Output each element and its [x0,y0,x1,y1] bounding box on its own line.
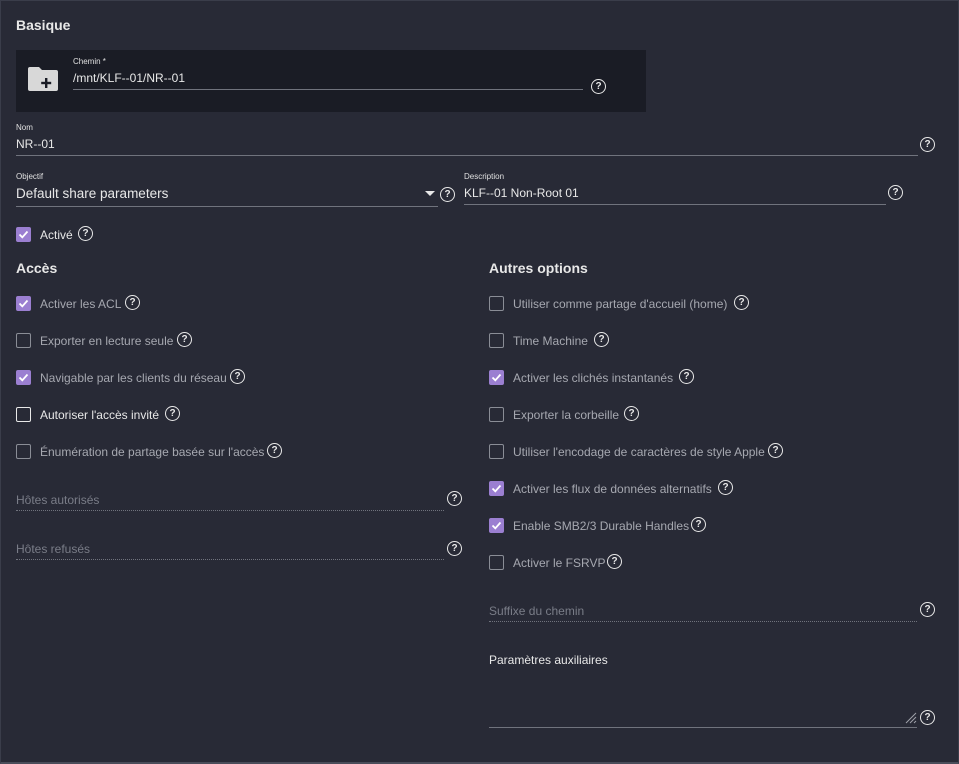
checkmark-icon [491,484,502,493]
denied-hosts-help-icon[interactable]: ? [447,541,462,556]
purpose-select-underline [16,206,438,207]
other-option-label-fsrvp: Activer le FSRVP [513,556,606,570]
apple-encoding-help-icon[interactable]: ? [768,443,783,458]
access-option-checkbox-readonly[interactable] [16,333,31,348]
aux-params-help-icon[interactable]: ? [920,710,935,725]
other-option-label-durable: Enable SMB2/3 Durable Handles [513,519,690,533]
aux-params-textarea[interactable] [489,727,917,728]
checkmark-icon [18,230,29,239]
denied-hosts-input[interactable]: Hôtes refusés [16,542,90,556]
access-option-label-readonly: Exporter en lecture seule [40,334,174,348]
resize-handle-icon[interactable] [905,712,917,724]
access-option-checkbox-abe[interactable] [16,444,31,459]
path-panel: Chemin * /mnt/KLF--01/NR--01 ? [16,50,646,112]
folder-add-icon[interactable] [27,66,59,92]
other-option-label-apple-encoding: Utiliser l'encodage de caractères de sty… [513,445,765,459]
access-option-label-browsable: Navigable par les clients du réseau [40,371,227,385]
access-option-label-acl: Activer les ACL [40,297,122,311]
name-input[interactable]: NR--01 [16,137,55,151]
section-title-basic: Basique [16,17,71,33]
other-option-label-recyclebin: Exporter la corbeille [513,408,620,422]
browsable-help-icon[interactable]: ? [230,369,245,384]
shadowcopy-help-icon[interactable]: ? [679,369,694,384]
section-title-other: Autres options [489,260,588,276]
other-option-checkbox-apple-encoding[interactable] [489,444,504,459]
name-help-icon[interactable]: ? [920,137,935,152]
enabled-checkbox[interactable] [16,227,31,242]
enabled-label: Activé [40,228,73,242]
home-help-icon[interactable]: ? [734,295,749,310]
aux-params-label: Paramètres auxiliaires [489,653,608,667]
timemachine-help-icon[interactable]: ? [594,332,609,347]
durable-help-icon[interactable]: ? [691,517,706,532]
other-option-checkbox-durable[interactable] [489,518,504,533]
other-option-checkbox-fsrvp[interactable] [489,555,504,570]
other-option-label-streams: Activer les flux de données alternatifs [513,482,712,496]
description-help-icon[interactable]: ? [888,185,903,200]
access-option-checkbox-acl[interactable] [16,296,31,311]
access-option-checkbox-guest[interactable] [16,407,31,422]
abe-help-icon[interactable]: ? [267,443,282,458]
streams-help-icon[interactable]: ? [718,480,733,495]
recyclebin-help-icon[interactable]: ? [624,406,639,421]
allowed-hosts-underline [16,510,444,511]
description-label: Description [464,172,505,181]
path-help-icon[interactable]: ? [591,79,606,94]
path-suffix-help-icon[interactable]: ? [920,602,935,617]
description-input[interactable]: KLF--01 Non-Root 01 [464,186,579,200]
checkmark-icon [18,299,29,308]
purpose-help-icon[interactable]: ? [440,187,455,202]
other-option-label-home: Utiliser comme partage d'accueil (home) [513,297,728,311]
allowed-hosts-input[interactable]: Hôtes autorisés [16,493,99,507]
access-option-label-guest: Autoriser l'accès invité [40,408,160,422]
checkmark-icon [491,373,502,382]
purpose-select[interactable]: Default share parameters [16,186,168,201]
name-input-underline [16,155,918,156]
chevron-down-icon[interactable] [425,191,435,196]
other-option-checkbox-recyclebin[interactable] [489,407,504,422]
checkmark-icon [491,521,502,530]
access-option-label-abe: Énumération de partage basée sur l'accès [40,445,265,459]
checkmark-icon [18,373,29,382]
other-option-label-timemachine: Time Machine [513,334,588,348]
enabled-help-icon[interactable]: ? [78,226,93,241]
description-input-underline [464,204,886,205]
other-option-checkbox-shadowcopy[interactable] [489,370,504,385]
denied-hosts-underline [16,559,444,560]
readonly-help-icon[interactable]: ? [177,332,192,347]
path-suffix-underline [489,621,917,622]
fsrvp-help-icon[interactable]: ? [607,554,622,569]
path-input[interactable]: /mnt/KLF--01/NR--01 [73,71,185,85]
access-option-checkbox-browsable[interactable] [16,370,31,385]
path-label: Chemin * [73,57,106,66]
other-option-label-shadowcopy: Activer les clichés instantanés [513,371,674,385]
other-option-checkbox-home[interactable] [489,296,504,311]
purpose-label: Objectif [16,172,44,181]
other-option-checkbox-timemachine[interactable] [489,333,504,348]
acl-help-icon[interactable]: ? [125,295,140,310]
name-label: Nom [16,123,33,132]
section-title-access: Accès [16,260,58,276]
path-input-underline [73,89,583,90]
allowed-hosts-help-icon[interactable]: ? [447,491,462,506]
guest-help-icon[interactable]: ? [165,406,180,421]
path-suffix-input[interactable]: Suffixe du chemin [489,604,584,618]
other-option-checkbox-streams[interactable] [489,481,504,496]
